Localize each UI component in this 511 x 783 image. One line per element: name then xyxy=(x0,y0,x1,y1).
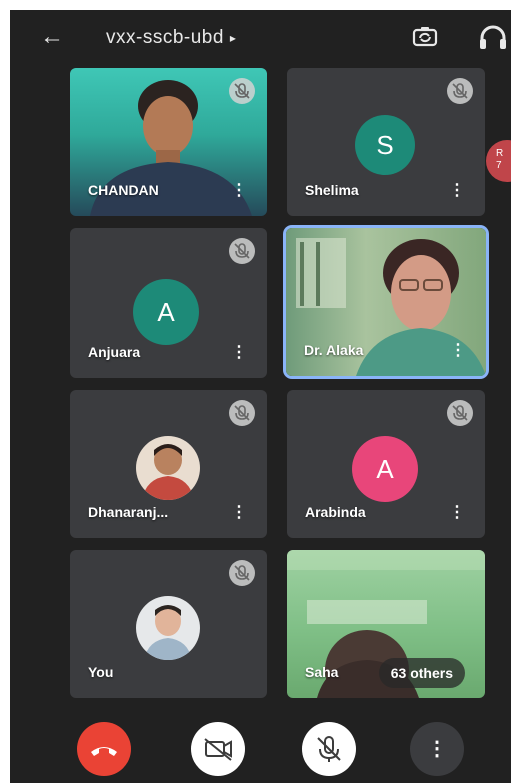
top-bar: ← vxx-sscb-ubd ▸ xyxy=(10,10,511,68)
more-vertical-icon[interactable]: ⋮ xyxy=(231,342,247,362)
more-options-button[interactable]: ⋮ xyxy=(410,722,464,776)
caret-right-icon: ▸ xyxy=(229,31,237,45)
mic-off-icon xyxy=(229,400,255,426)
participant-name: Dr. Alaka xyxy=(304,342,364,358)
participant-avatar: A xyxy=(352,436,418,502)
participant-name: Dhanaranj... xyxy=(88,504,169,520)
participant-name: You xyxy=(88,664,114,680)
avatar-initial: A xyxy=(376,454,394,484)
mic-off-icon xyxy=(229,238,255,264)
mic-toggle-button[interactable] xyxy=(302,722,356,776)
mic-off-icon xyxy=(229,78,255,104)
participant-photo xyxy=(136,596,200,660)
participant-name: CHANDAN xyxy=(88,182,159,198)
mic-off-icon xyxy=(317,736,341,762)
participant-name: Anjuara xyxy=(88,344,141,360)
profile-photo xyxy=(144,605,192,660)
participant-tile-selected[interactable]: Dr. Alaka ⋮ xyxy=(286,228,486,376)
end-call-button[interactable] xyxy=(77,722,131,776)
video-off-icon xyxy=(204,738,232,761)
others-count-badge[interactable]: 63 others xyxy=(378,658,465,688)
participant-tile-self[interactable]: You xyxy=(70,550,267,698)
participant-name: Saha xyxy=(305,664,339,680)
meeting-title[interactable]: vxx-sscb-ubd ▸ xyxy=(106,24,236,52)
mic-off-icon xyxy=(447,78,473,104)
participant-name: Shelima xyxy=(305,182,359,198)
headphones-icon[interactable] xyxy=(476,22,510,52)
arrow-left-icon[interactable]: ← xyxy=(40,22,64,52)
more-vertical-icon[interactable]: ⋮ xyxy=(231,502,247,522)
avatar-initial: A xyxy=(157,297,175,327)
more-vertical-icon[interactable]: ⋮ xyxy=(449,502,465,522)
profile-photo xyxy=(142,444,194,500)
more-vertical-icon[interactable]: ⋮ xyxy=(449,180,465,200)
mic-off-icon xyxy=(229,560,255,586)
participant-name: Arabinda xyxy=(305,504,366,520)
participant-avatar: A xyxy=(133,279,199,345)
participant-tile[interactable]: CHANDAN ⋮ xyxy=(70,68,267,216)
more-vertical-icon[interactable]: ⋮ xyxy=(450,340,466,360)
participant-tile-others[interactable]: Saha 63 others xyxy=(287,550,485,698)
phone-hangup-icon xyxy=(91,747,117,756)
participant-tile[interactable]: A Anjuara ⋮ xyxy=(70,228,267,378)
participant-photo xyxy=(136,436,200,500)
participant-tile[interactable]: Dhanaranj... ⋮ xyxy=(70,390,267,538)
camera-switch-icon[interactable] xyxy=(412,24,438,50)
participant-tile[interactable]: S Shelima ⋮ xyxy=(287,68,485,216)
avatar-initial: S xyxy=(376,130,394,160)
camera-toggle-button[interactable] xyxy=(191,722,245,776)
side-participant-initial: R xyxy=(496,148,504,159)
more-vertical-icon: ⋮ xyxy=(427,738,447,760)
participant-tile[interactable]: A Arabinda ⋮ xyxy=(287,390,485,538)
side-participant-avatar[interactable]: R7 xyxy=(486,140,511,182)
participant-avatar: S xyxy=(355,115,415,175)
meeting-code: vxx-sscb-ubd xyxy=(106,27,224,49)
side-participant-count: 7 xyxy=(496,160,502,171)
mic-off-icon xyxy=(447,400,473,426)
more-vertical-icon[interactable]: ⋮ xyxy=(231,180,247,200)
meet-screen: ← vxx-sscb-ubd ▸ R7 CHANDAN ⋮ S Shelima xyxy=(10,10,511,783)
